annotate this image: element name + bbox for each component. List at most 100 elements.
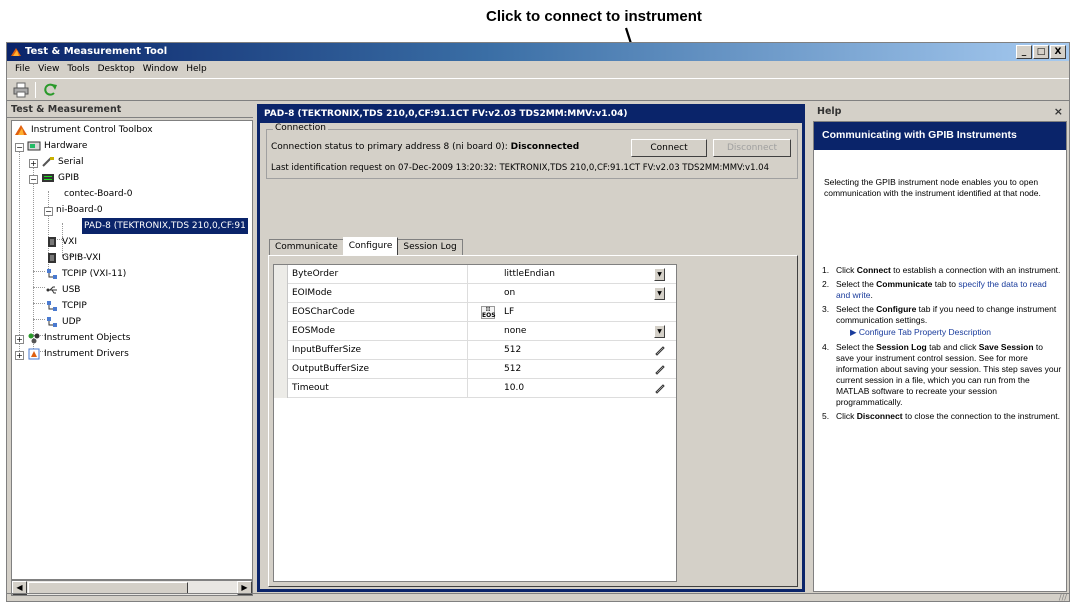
tree-label: TCPIP (VXI-11) bbox=[62, 269, 127, 279]
toolbar-separator bbox=[35, 81, 36, 98]
resize-grip-icon[interactable]: /// bbox=[1059, 593, 1067, 602]
step-text: Select the bbox=[836, 342, 877, 352]
property-value[interactable]: 512 bbox=[504, 341, 654, 360]
property-value[interactable]: 512 bbox=[504, 360, 654, 379]
property-name: EOIMode bbox=[292, 284, 468, 303]
property-value[interactable]: littleEndian bbox=[504, 265, 654, 284]
menu-bar: File View Tools Desktop Window Help bbox=[7, 61, 1069, 78]
hardware-icon bbox=[27, 140, 41, 152]
close-help-icon[interactable]: × bbox=[1054, 104, 1063, 120]
tree-label: GPIB-VXI bbox=[62, 253, 101, 263]
expand-instrument-drivers-toggle[interactable]: + bbox=[15, 351, 24, 360]
help-steps: 1. Click Connect to establish a connecti… bbox=[822, 265, 1062, 425]
close-button[interactable]: X bbox=[1050, 45, 1066, 59]
property-name: InputBufferSize bbox=[292, 341, 468, 360]
pencil-icon[interactable] bbox=[654, 363, 666, 375]
tree-item-serial[interactable]: Serial bbox=[41, 154, 83, 170]
menu-file[interactable]: File bbox=[11, 61, 34, 78]
tab-session-log[interactable]: Session Log bbox=[397, 239, 463, 255]
menu-window[interactable]: Window bbox=[139, 61, 183, 78]
tree-item-instrument-control-toolbox[interactable]: Instrument Control Toolbox bbox=[14, 122, 153, 138]
help-step: 2. Select the Communicate tab to specify… bbox=[822, 279, 1062, 301]
help-content: Communicating with GPIB Instruments Sele… bbox=[813, 121, 1067, 592]
tree-label: Instrument Objects bbox=[44, 333, 131, 343]
help-step: 3. Select the Configure tab if you need … bbox=[822, 304, 1062, 338]
configure-tab-property-link[interactable]: ▶ Configure Tab Property Description bbox=[836, 327, 1062, 338]
help-step: 5. Click Disconnect to close the connect… bbox=[822, 411, 1062, 422]
pencil-icon[interactable] bbox=[654, 344, 666, 356]
property-value[interactable]: on bbox=[504, 284, 654, 303]
matlab-logo-icon bbox=[11, 48, 21, 56]
tree-item-vxi[interactable]: VXI bbox=[45, 234, 77, 250]
row-gutter bbox=[274, 265, 288, 284]
property-row-byteorder[interactable]: ByteOrder littleEndian ▼ bbox=[274, 265, 676, 284]
property-row-eosmode[interactable]: EOSMode none ▼ bbox=[274, 322, 676, 341]
property-value[interactable]: LF bbox=[504, 303, 654, 322]
tree-item-gpib-vxi[interactable]: GPIB-VXI bbox=[45, 250, 101, 266]
dropdown-arrow-icon[interactable]: ▼ bbox=[654, 287, 665, 300]
tree-item-usb[interactable]: USB bbox=[45, 282, 80, 298]
dropdown-arrow-icon[interactable]: ▼ bbox=[654, 268, 665, 281]
property-name: Timeout bbox=[292, 379, 468, 398]
property-row-eoscharcode[interactable]: EOSCharCode ⁝⁝ EOS LF bbox=[274, 303, 676, 322]
property-row-outputbuffersize[interactable]: OutputBufferSize 512 bbox=[274, 360, 676, 379]
property-row-timeout[interactable]: Timeout 10.0 bbox=[274, 379, 676, 398]
menu-desktop[interactable]: Desktop bbox=[94, 61, 139, 78]
tree-label: ni-Board-0 bbox=[56, 205, 103, 215]
tree-item-contec-board[interactable]: contec-Board-0 bbox=[64, 186, 133, 202]
tree-item-hardware[interactable]: Hardware bbox=[27, 138, 87, 154]
instrument-panel: PAD-8 (TEKTRONIX,TDS 210,0,CF:91.1CT FV:… bbox=[257, 104, 805, 592]
step-text: to establish a connection with an instru… bbox=[890, 265, 1061, 275]
tab-communicate[interactable]: Communicate bbox=[269, 239, 344, 255]
tree-label: Serial bbox=[58, 157, 84, 167]
serial-icon bbox=[41, 156, 55, 168]
disconnect-button[interactable]: Disconnect bbox=[713, 139, 791, 157]
property-value[interactable]: 10.0 bbox=[504, 379, 654, 398]
menu-view[interactable]: View bbox=[34, 61, 63, 78]
row-gutter bbox=[274, 360, 288, 379]
tree-item-tcpip[interactable]: TCPIP bbox=[45, 298, 87, 314]
expand-serial-toggle[interactable]: + bbox=[29, 159, 38, 168]
tree-item-gpib[interactable]: GPIB bbox=[41, 170, 79, 186]
pencil-icon[interactable] bbox=[654, 382, 666, 394]
step-text: to close the connection to the instrumen… bbox=[902, 411, 1060, 421]
dropdown-arrow-icon[interactable]: ▼ bbox=[654, 325, 665, 338]
collapse-hardware-toggle[interactable]: − bbox=[15, 143, 24, 152]
eos-char-icon[interactable]: ⁝⁝ EOS bbox=[481, 306, 496, 319]
expand-instrument-objects-toggle[interactable]: + bbox=[15, 335, 24, 344]
tab-configure[interactable]: Configure bbox=[342, 237, 399, 255]
help-header-label: Help bbox=[817, 106, 842, 117]
connection-group: Connection Connection status to primary … bbox=[266, 123, 798, 179]
tree-item-instrument-drivers[interactable]: Instrument Drivers bbox=[27, 346, 129, 362]
minimize-button[interactable]: _ bbox=[1016, 45, 1032, 59]
help-panel-header: Help × bbox=[813, 104, 1070, 120]
row-gutter bbox=[274, 303, 288, 322]
menu-help[interactable]: Help bbox=[182, 61, 211, 78]
tree-item-ni-board[interactable]: ni-Board-0 bbox=[56, 202, 103, 218]
tcpip-icon bbox=[45, 300, 59, 312]
tree-item-pad-8[interactable]: PAD-8 (TEKTRONIX,TDS 210,0,CF:91 bbox=[82, 218, 248, 234]
last-identification: Last identification request on 07-Dec-20… bbox=[271, 163, 769, 173]
tree-label: Instrument Control Toolbox bbox=[31, 125, 153, 135]
step-number: 4. bbox=[822, 342, 830, 352]
print-icon[interactable] bbox=[13, 82, 29, 98]
tree-item-udp[interactable]: UDP bbox=[45, 314, 81, 330]
collapse-gpib-toggle[interactable]: − bbox=[29, 175, 38, 184]
tree-item-tcpip-vxi11[interactable]: TCPIP (VXI-11) bbox=[45, 266, 126, 282]
step-text: . bbox=[870, 290, 873, 300]
row-gutter bbox=[274, 379, 288, 398]
refresh-icon[interactable] bbox=[42, 82, 58, 98]
menu-tools[interactable]: Tools bbox=[63, 61, 93, 78]
instrument-tree: Instrument Control Toolbox − Hardware + … bbox=[11, 120, 253, 580]
collapse-ni-board-toggle[interactable]: − bbox=[44, 207, 53, 216]
property-value[interactable]: none bbox=[504, 322, 654, 341]
property-row-eoimode[interactable]: EOIMode on ▼ bbox=[274, 284, 676, 303]
tree-label: Instrument Drivers bbox=[44, 349, 129, 359]
connect-button[interactable]: Connect bbox=[631, 139, 707, 157]
property-row-inputbuffersize[interactable]: InputBufferSize 512 bbox=[274, 341, 676, 360]
status-bar: /// bbox=[7, 593, 1069, 602]
step-bold: Connect bbox=[856, 265, 891, 275]
tree-item-instrument-objects[interactable]: Instrument Objects bbox=[27, 330, 130, 346]
maximize-button[interactable]: □ bbox=[1033, 45, 1049, 59]
step-number: 2. bbox=[822, 279, 830, 289]
